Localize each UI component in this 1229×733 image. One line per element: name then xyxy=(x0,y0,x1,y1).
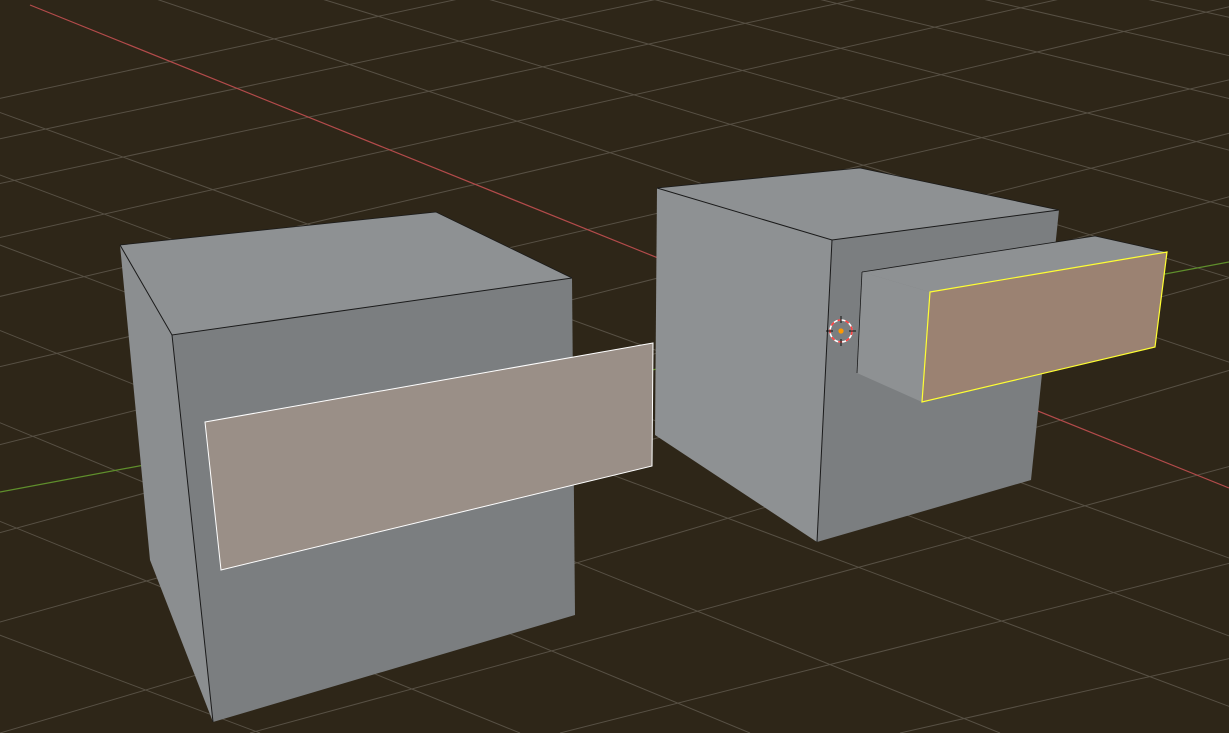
viewport-canvas[interactable] xyxy=(0,0,1229,733)
3d-viewport[interactable] xyxy=(0,0,1229,733)
